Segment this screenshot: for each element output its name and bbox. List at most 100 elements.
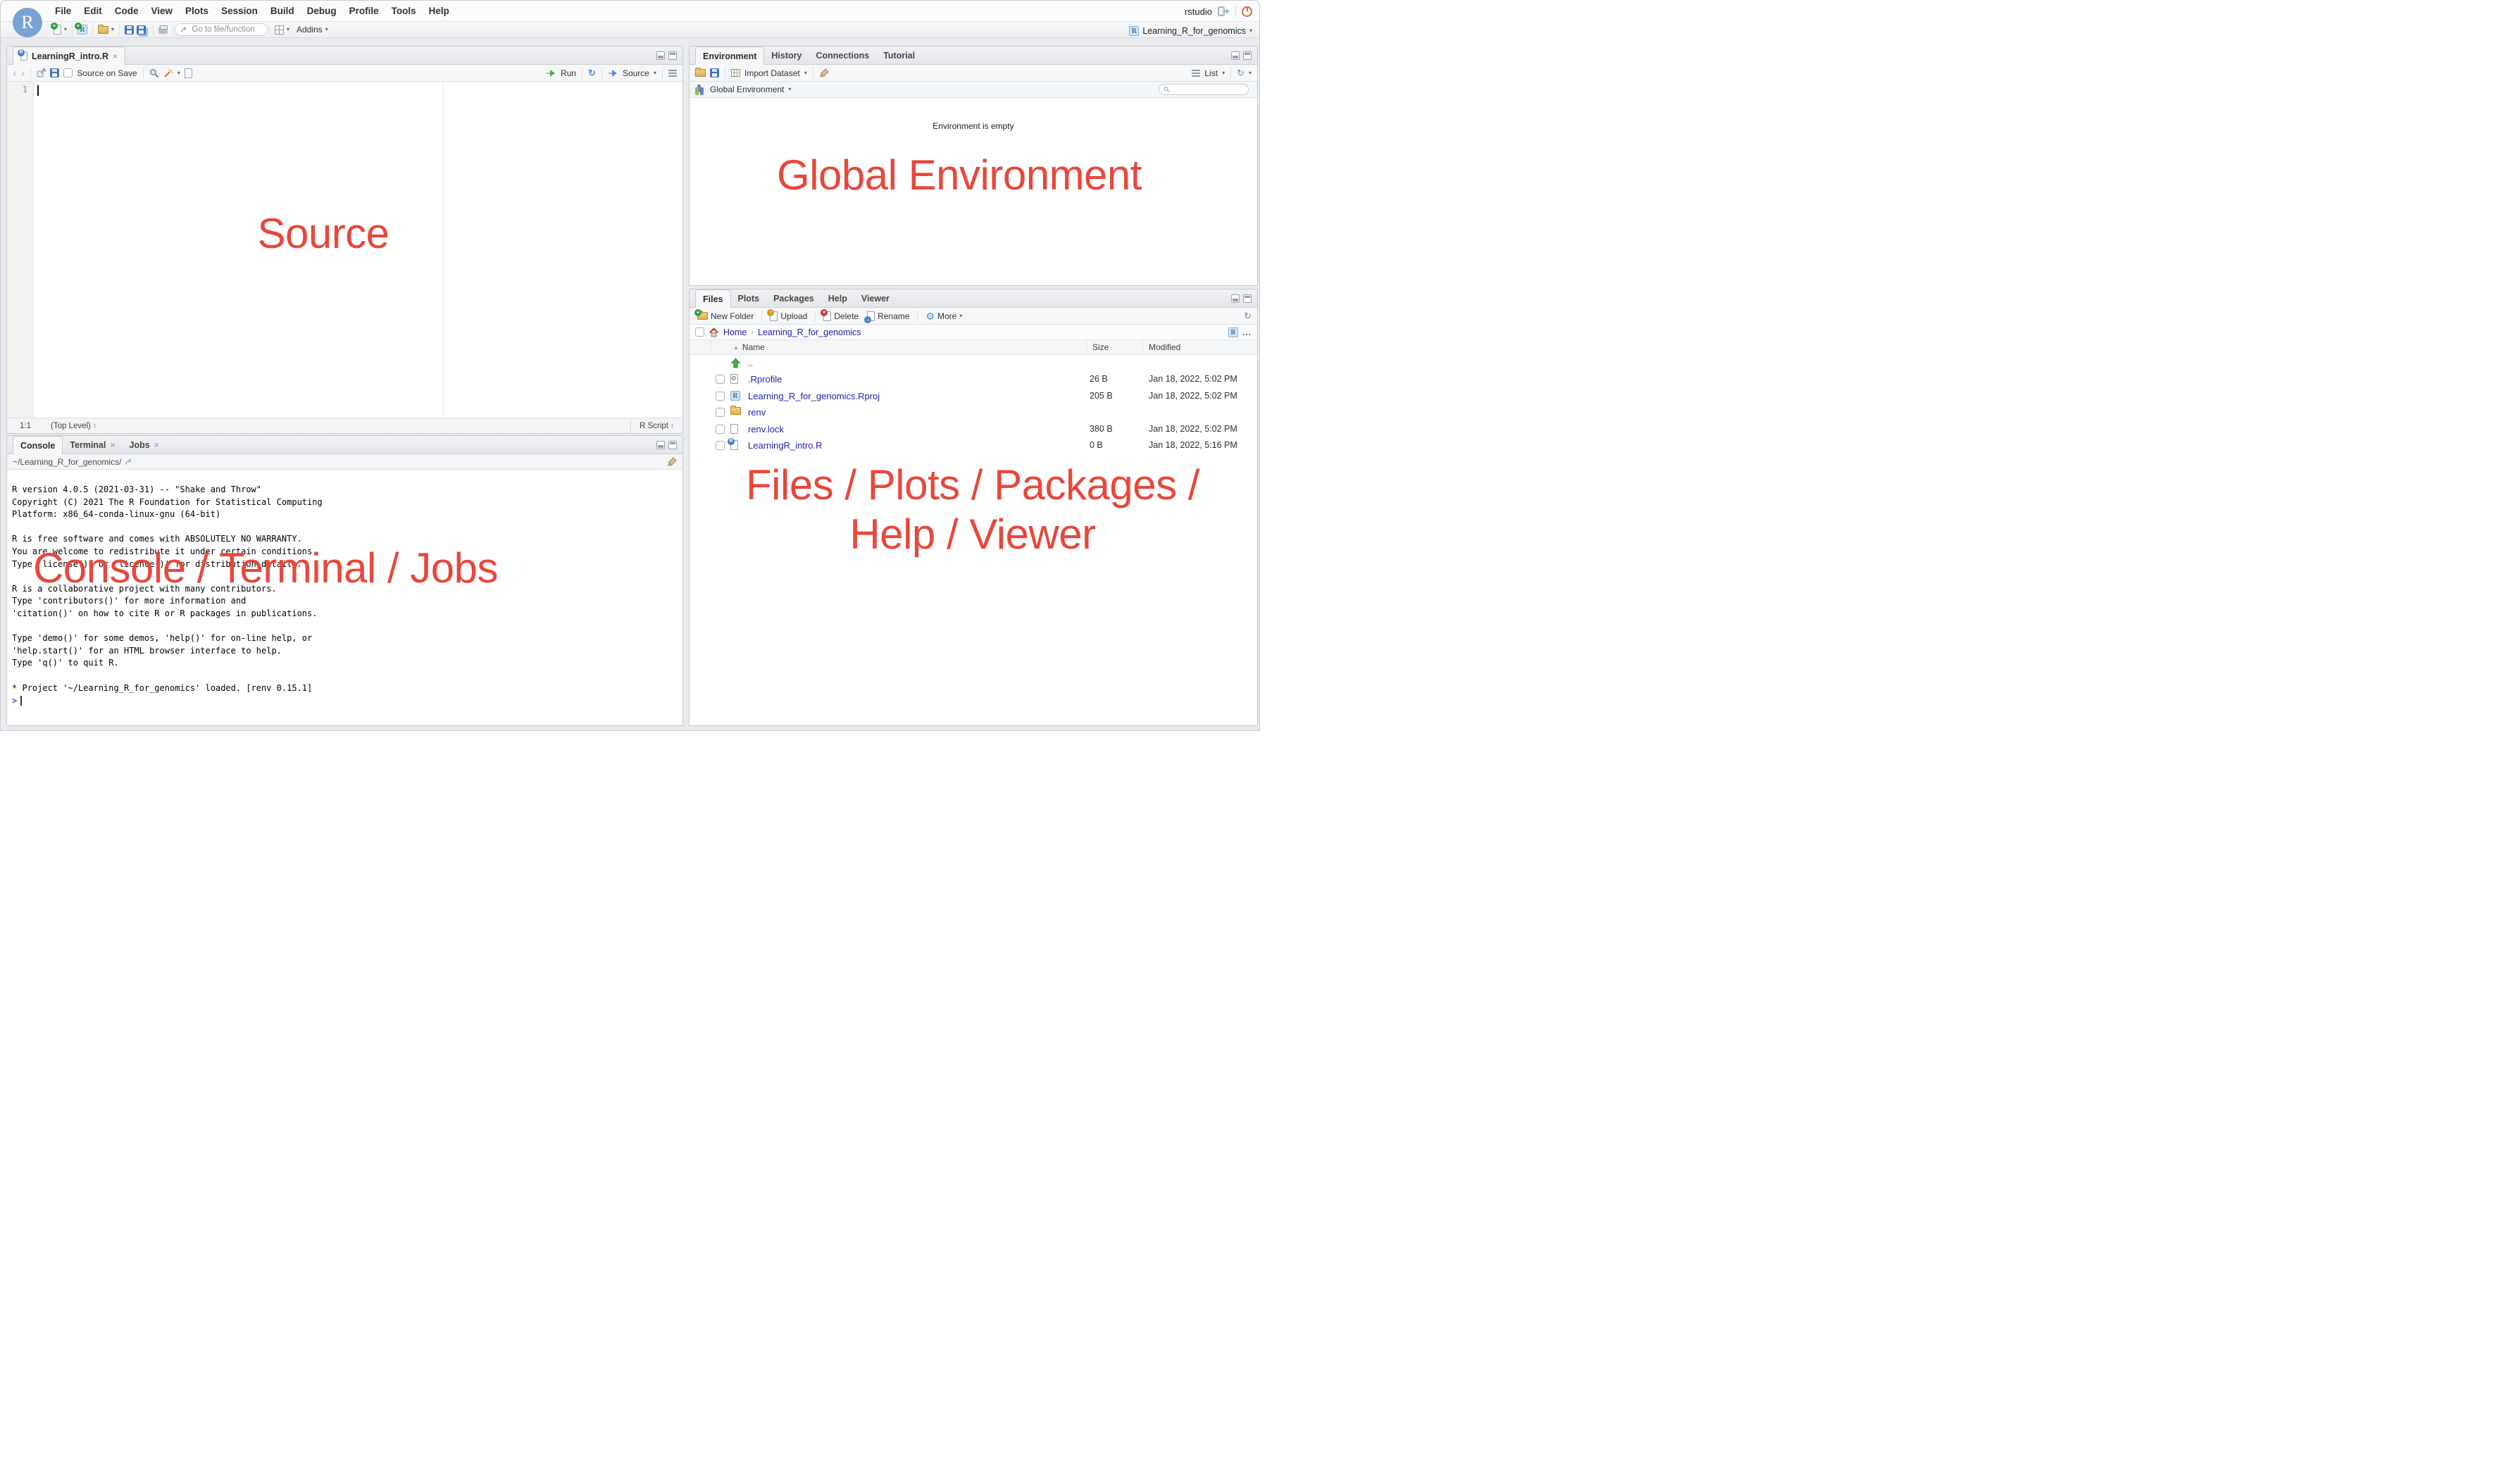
environment-search-box[interactable] <box>1159 84 1249 95</box>
power-quit-icon[interactable] <box>1242 6 1252 17</box>
console-output[interactable]: R version 4.0.5 (2021-03-31) -- "Shake a… <box>7 470 682 694</box>
maximize-pane-icon[interactable] <box>668 441 677 449</box>
scope-dropdown-icon[interactable]: ▾ <box>788 87 791 92</box>
list-view-selector[interactable]: List <box>1204 68 1218 78</box>
file-name-link[interactable]: renv <box>748 407 766 418</box>
open-recent-dropdown-icon[interactable]: ▾ <box>111 27 114 32</box>
source-dropdown-icon[interactable]: ▾ <box>654 70 656 76</box>
file-checkbox[interactable] <box>716 408 725 417</box>
clear-environment-broom-icon[interactable] <box>819 68 829 78</box>
tab-connections[interactable]: Connections <box>809 46 876 64</box>
table-row[interactable]: R Learning_R_for_genomics.Rproj 205 B Ja… <box>690 388 1257 404</box>
table-row[interactable]: renv.lock 380 B Jan 18, 2022, 5:02 PM <box>690 421 1257 437</box>
tab-jobs[interactable]: Jobs× <box>123 436 166 454</box>
minimize-pane-icon[interactable] <box>656 51 665 60</box>
upload-button[interactable]: ↑ Upload <box>768 311 809 321</box>
new-project-icon[interactable]: R+ <box>77 25 87 35</box>
close-tab-icon[interactable]: × <box>113 51 118 61</box>
menu-code[interactable]: Code <box>108 1 145 22</box>
addins-dropdown-icon[interactable]: ▾ <box>325 27 328 32</box>
open-file-icon[interactable] <box>98 26 108 34</box>
tab-learningr-intro[interactable]: R LearningR_intro.R × <box>13 46 125 65</box>
save-workspace-icon[interactable] <box>710 68 719 77</box>
maximize-pane-icon[interactable] <box>668 51 677 60</box>
maximize-pane-icon[interactable] <box>1243 294 1252 303</box>
sign-out-icon[interactable] <box>1218 6 1230 16</box>
rerun-icon[interactable]: ↻ <box>588 68 596 77</box>
maximize-pane-icon[interactable] <box>1243 51 1252 60</box>
file-checkbox[interactable] <box>716 441 725 450</box>
breadcrumb-folder-link[interactable]: Learning_R_for_genomics <box>758 327 861 337</box>
file-checkbox[interactable] <box>716 392 725 401</box>
select-all-checkbox[interactable] <box>695 327 704 337</box>
workspace-panes-icon[interactable] <box>275 25 284 35</box>
tab-packages[interactable]: Packages <box>766 289 821 307</box>
new-file-dropdown-icon[interactable]: ▾ <box>64 27 67 32</box>
delete-button[interactable]: × Delete <box>821 311 861 321</box>
menu-tools[interactable]: Tools <box>385 1 423 22</box>
tab-viewer[interactable]: Viewer <box>854 289 897 307</box>
menu-debug[interactable]: Debug <box>301 1 343 22</box>
menu-session[interactable]: Session <box>215 1 264 22</box>
menu-edit[interactable]: Edit <box>77 1 108 22</box>
tab-terminal[interactable]: Terminal× <box>63 436 122 454</box>
file-name-link[interactable]: .. <box>748 358 753 368</box>
breadcrumb-home-link[interactable]: Home <box>723 327 747 337</box>
list-view-dropdown-icon[interactable]: ▾ <box>1222 70 1225 76</box>
refresh-files-icon[interactable]: ↻ <box>1244 311 1252 320</box>
source-button[interactable]: Source <box>623 68 649 78</box>
close-tab-icon[interactable]: × <box>110 440 115 450</box>
goto-directory-icon[interactable] <box>125 458 134 466</box>
code-editor[interactable]: 1 <box>7 82 682 419</box>
file-checkbox[interactable] <box>716 375 725 384</box>
file-name-link[interactable]: renv.lock <box>748 424 784 435</box>
minimize-pane-icon[interactable] <box>656 441 665 449</box>
minimize-pane-icon[interactable] <box>1231 294 1240 303</box>
back-icon[interactable]: ‹ <box>13 68 17 79</box>
environment-search-input[interactable] <box>1173 85 1244 94</box>
table-row[interactable]: ⚙ .Rprofile 26 B Jan 18, 2022, 5:02 PM <box>690 371 1257 387</box>
more-button[interactable]: ⚙ More ▾ <box>923 311 964 321</box>
new-file-icon[interactable]: + <box>54 25 61 35</box>
close-tab-icon[interactable]: × <box>154 440 159 450</box>
open-in-new-window-icon[interactable] <box>37 68 46 77</box>
file-name-link[interactable]: .Rprofile <box>748 374 782 385</box>
rename-button[interactable]: → Rename <box>865 311 911 321</box>
file-checkbox[interactable] <box>716 425 725 434</box>
addins-button[interactable]: Addins <box>297 25 323 35</box>
file-type-selector[interactable]: R Script ↕ <box>630 418 682 433</box>
panes-dropdown-icon[interactable]: ▾ <box>287 27 289 32</box>
load-workspace-icon[interactable] <box>695 69 706 77</box>
tab-files[interactable]: Files <box>695 289 731 308</box>
import-dataset-dropdown-icon[interactable]: ▾ <box>804 70 807 76</box>
import-dataset-button[interactable]: Import Dataset <box>744 68 800 78</box>
tab-plots[interactable]: Plots <box>731 289 767 307</box>
column-header-name[interactable]: ▲Name <box>733 342 765 352</box>
column-header-size[interactable]: Size <box>1092 342 1109 352</box>
console-prompt-line[interactable]: > <box>7 694 682 707</box>
compile-report-icon[interactable] <box>185 68 192 78</box>
tab-console[interactable]: Console <box>13 436 63 454</box>
file-name-link[interactable]: LearningR_intro.R <box>748 440 823 451</box>
menu-view[interactable]: View <box>145 1 180 22</box>
source-on-save-checkbox[interactable] <box>63 68 73 77</box>
file-name-link[interactable]: Learning_R_for_genomics.Rproj <box>748 391 880 401</box>
tab-help[interactable]: Help <box>821 289 854 307</box>
document-outline-icon[interactable] <box>668 70 677 71</box>
find-replace-icon[interactable] <box>149 68 159 78</box>
scope-selector[interactable]: (Top Level) <box>51 422 91 430</box>
code-tools-wand-icon[interactable] <box>163 68 173 78</box>
tab-environment[interactable]: Environment <box>695 46 764 65</box>
path-more-button[interactable]: ... <box>1242 327 1252 337</box>
new-folder-button[interactable]: + New Folder <box>695 311 756 321</box>
forward-icon[interactable]: › <box>21 68 25 79</box>
table-row[interactable]: .. <box>690 355 1257 371</box>
print-icon[interactable] <box>158 27 168 34</box>
menu-build[interactable]: Build <box>264 1 301 22</box>
save-icon[interactable] <box>50 68 59 77</box>
clear-console-broom-icon[interactable] <box>667 457 677 467</box>
save-all-icon[interactable] <box>137 25 146 35</box>
run-button[interactable]: Run <box>561 68 576 78</box>
tab-history[interactable]: History <box>764 46 809 64</box>
refresh-dropdown-icon[interactable]: ▾ <box>1249 70 1252 76</box>
